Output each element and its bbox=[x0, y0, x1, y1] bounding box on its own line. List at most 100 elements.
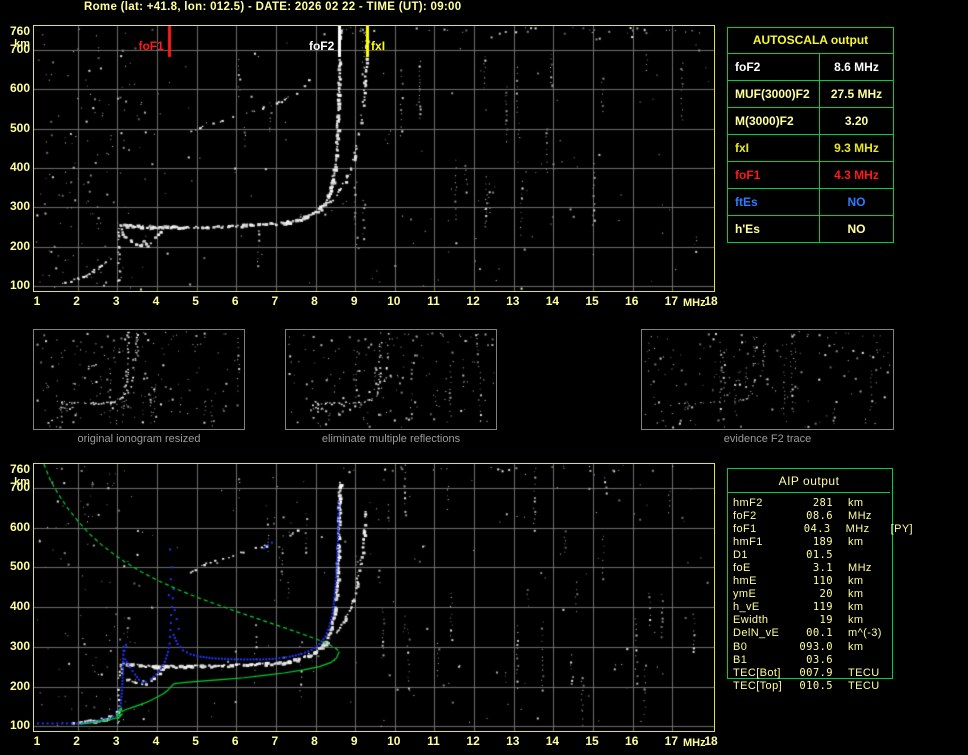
aip-row-value: 010.5 bbox=[799, 679, 833, 692]
aip-row-label: foF2 bbox=[733, 509, 757, 522]
aip-row-value: 19 bbox=[819, 614, 833, 627]
x-tick-label: 16 bbox=[625, 734, 639, 748]
y-tick-label: 200 bbox=[9, 678, 30, 693]
y-tick-label: 100 bbox=[9, 718, 30, 733]
autoscala-row-value: 8.6 MHz bbox=[834, 60, 879, 74]
x-tick-label: 5 bbox=[192, 734, 199, 748]
autoscala-row-label: M(3000)F2 bbox=[728, 108, 820, 134]
aip-row-TEC[Top]: TEC[Top] 010.5 TECU bbox=[727, 679, 913, 692]
y-tick-label: 400 bbox=[9, 159, 30, 174]
autoscala-row-fxI: fxI 9.3 MHz bbox=[728, 135, 893, 162]
y-tick-label: 600 bbox=[9, 81, 30, 96]
autoscala-row-M(3000)F2: M(3000)F2 3.20 bbox=[728, 108, 893, 135]
autoscala-row-value: 3.20 bbox=[844, 114, 869, 128]
autoscala-row-foF1: foF1 4.3 MHz bbox=[728, 162, 893, 189]
autoscala-row-value: 9.3 MHz bbox=[834, 141, 879, 155]
x-tick-label: 9 bbox=[350, 294, 358, 308]
aip-row-value: 189 bbox=[812, 535, 833, 548]
y-tick-label: 200 bbox=[9, 238, 30, 253]
aip-row-D1: D1 01.5 bbox=[727, 548, 913, 561]
aip-row-unit: TECU bbox=[848, 679, 880, 692]
aip-row-unit: km bbox=[848, 640, 864, 653]
aip-row-B0: B0 093.0 km bbox=[727, 640, 913, 653]
y-tick-label: 760 bbox=[9, 24, 30, 38]
profile-ionogram-canvas bbox=[34, 464, 714, 731]
x-tick-label: 5 bbox=[192, 294, 199, 308]
aip-table-rows: hmF2 281 km foF2 08.6 MHz foF1 04.3 MHz [PY] hmF1 1… bbox=[727, 496, 913, 692]
aip-row-h_vE: h_vE 119 km bbox=[727, 601, 913, 614]
aip-row-label: hmF2 bbox=[733, 496, 763, 509]
x-tick-label: 12 bbox=[466, 294, 480, 308]
autoscala-row-ftEs: ftEs NO bbox=[728, 189, 893, 216]
aip-row-label: foF1 bbox=[733, 522, 757, 535]
thumbnail-caption-eliminate: eliminate multiple reflections bbox=[321, 433, 461, 445]
thumbnail-eliminate-multiples bbox=[285, 329, 497, 430]
y-tick-label: 500 bbox=[9, 120, 30, 135]
autoscala-table-rows: foF2 8.6 MHz MUF(3000)F2 27.5 MHz M(3000)F2 3… bbox=[728, 54, 893, 242]
x-tick-label: 2 bbox=[73, 734, 80, 748]
x-tick-label: 7 bbox=[271, 734, 279, 748]
aip-row-TEC[Bot]: TEC[Bot] 007.9 TECU bbox=[727, 666, 913, 679]
x-tick-label: 11 bbox=[427, 734, 440, 748]
aip-row-value: 01.5 bbox=[806, 548, 833, 561]
scaled-ionogram-plot bbox=[33, 25, 715, 292]
aip-row-unit: MHz bbox=[845, 522, 870, 535]
x-axis-unit-label: MHz bbox=[683, 737, 706, 749]
aip-row-foE: foE 3.1 MHz bbox=[727, 561, 913, 574]
aip-row-B1: B1 03.6 bbox=[727, 653, 913, 666]
aip-row-hmF2: hmF2 281 km bbox=[727, 496, 913, 509]
aip-row-foF2: foF2 08.6 MHz bbox=[727, 509, 913, 522]
x-tick-label: 16 bbox=[625, 294, 639, 308]
autoscala-row-label: foF1 bbox=[728, 162, 820, 188]
aip-row-label: hmE bbox=[733, 575, 757, 588]
aip-row-unit: km bbox=[848, 496, 864, 509]
aip-row-value: 093.0 bbox=[799, 640, 833, 653]
y-tick-label: 100 bbox=[9, 278, 30, 293]
aip-row-unit: m^(-3) bbox=[848, 627, 882, 640]
x-tick-label: 3 bbox=[112, 294, 120, 308]
x-axis-unit-label: MHz bbox=[683, 297, 706, 309]
aip-row-value: 281 bbox=[812, 496, 833, 509]
x-tick-label: 6 bbox=[231, 294, 239, 308]
x-tick-label: 17 bbox=[664, 294, 679, 308]
aip-row-label: DelN_vE bbox=[733, 627, 780, 640]
thumbnail-caption-original: original ionogram resized bbox=[77, 433, 201, 445]
aip-row-unit: km bbox=[848, 614, 864, 627]
aip-row-unit: TECU bbox=[848, 666, 880, 679]
thumbnail-original-canvas bbox=[34, 330, 244, 429]
aip-row-value: 08.6 bbox=[806, 509, 833, 522]
autoscala-row-MUF(3000)F2: MUF(3000)F2 27.5 MHz bbox=[728, 81, 893, 108]
autoscala-row-label: MUF(3000)F2 bbox=[728, 81, 820, 107]
aip-row-Ewidth: Ewidth 19 km bbox=[727, 614, 913, 627]
aip-row-label: Ewidth bbox=[733, 614, 769, 627]
thumbnail-eliminate-canvas bbox=[286, 330, 496, 429]
aip-row-label: ymE bbox=[733, 588, 757, 601]
x-tick-label: 1 bbox=[33, 294, 41, 308]
x-tick-label: 10 bbox=[387, 734, 401, 748]
aip-row-value: 00.1 bbox=[806, 627, 833, 640]
aip-row-value: 04.3 bbox=[803, 522, 831, 535]
x-tick-label: 10 bbox=[387, 294, 401, 308]
aip-row-label: TEC[Bot] bbox=[733, 666, 781, 679]
autoscala-row-label: h'Es bbox=[728, 216, 820, 242]
x-tick-label: 14 bbox=[545, 294, 560, 308]
aip-row-unit: km bbox=[848, 601, 864, 614]
autoscala-row-foF2: foF2 8.6 MHz bbox=[728, 54, 893, 81]
y-tick-label: 300 bbox=[9, 199, 30, 214]
aip-row-unit: MHz bbox=[848, 509, 872, 522]
aip-row-DelN_vE: DelN_vE 00.1 m^(-3) bbox=[727, 627, 913, 640]
y-tick-label: 760 bbox=[9, 462, 30, 476]
x-tick-label: 4 bbox=[152, 734, 160, 748]
aip-row-value: 119 bbox=[812, 601, 833, 614]
aip-row-label: hmF1 bbox=[733, 535, 763, 548]
aip-row-hmF1: hmF1 189 km bbox=[727, 535, 913, 548]
aip-row-value: 007.9 bbox=[799, 666, 833, 679]
aip-row-value: 03.6 bbox=[806, 653, 833, 666]
thumbnail-caption-evidence: evidence F2 trace bbox=[723, 433, 812, 445]
page-title: Rome (lat: +41.8, lon: 012.5) - DATE: 20… bbox=[84, 1, 462, 13]
y-axis-unit-label: km bbox=[14, 476, 30, 488]
autoscala-row-label: ftEs bbox=[728, 189, 820, 215]
marker-label-fxI: fxI bbox=[371, 39, 386, 53]
x-tick-label: 2 bbox=[73, 294, 80, 308]
aip-row-label: D1 bbox=[733, 548, 748, 561]
